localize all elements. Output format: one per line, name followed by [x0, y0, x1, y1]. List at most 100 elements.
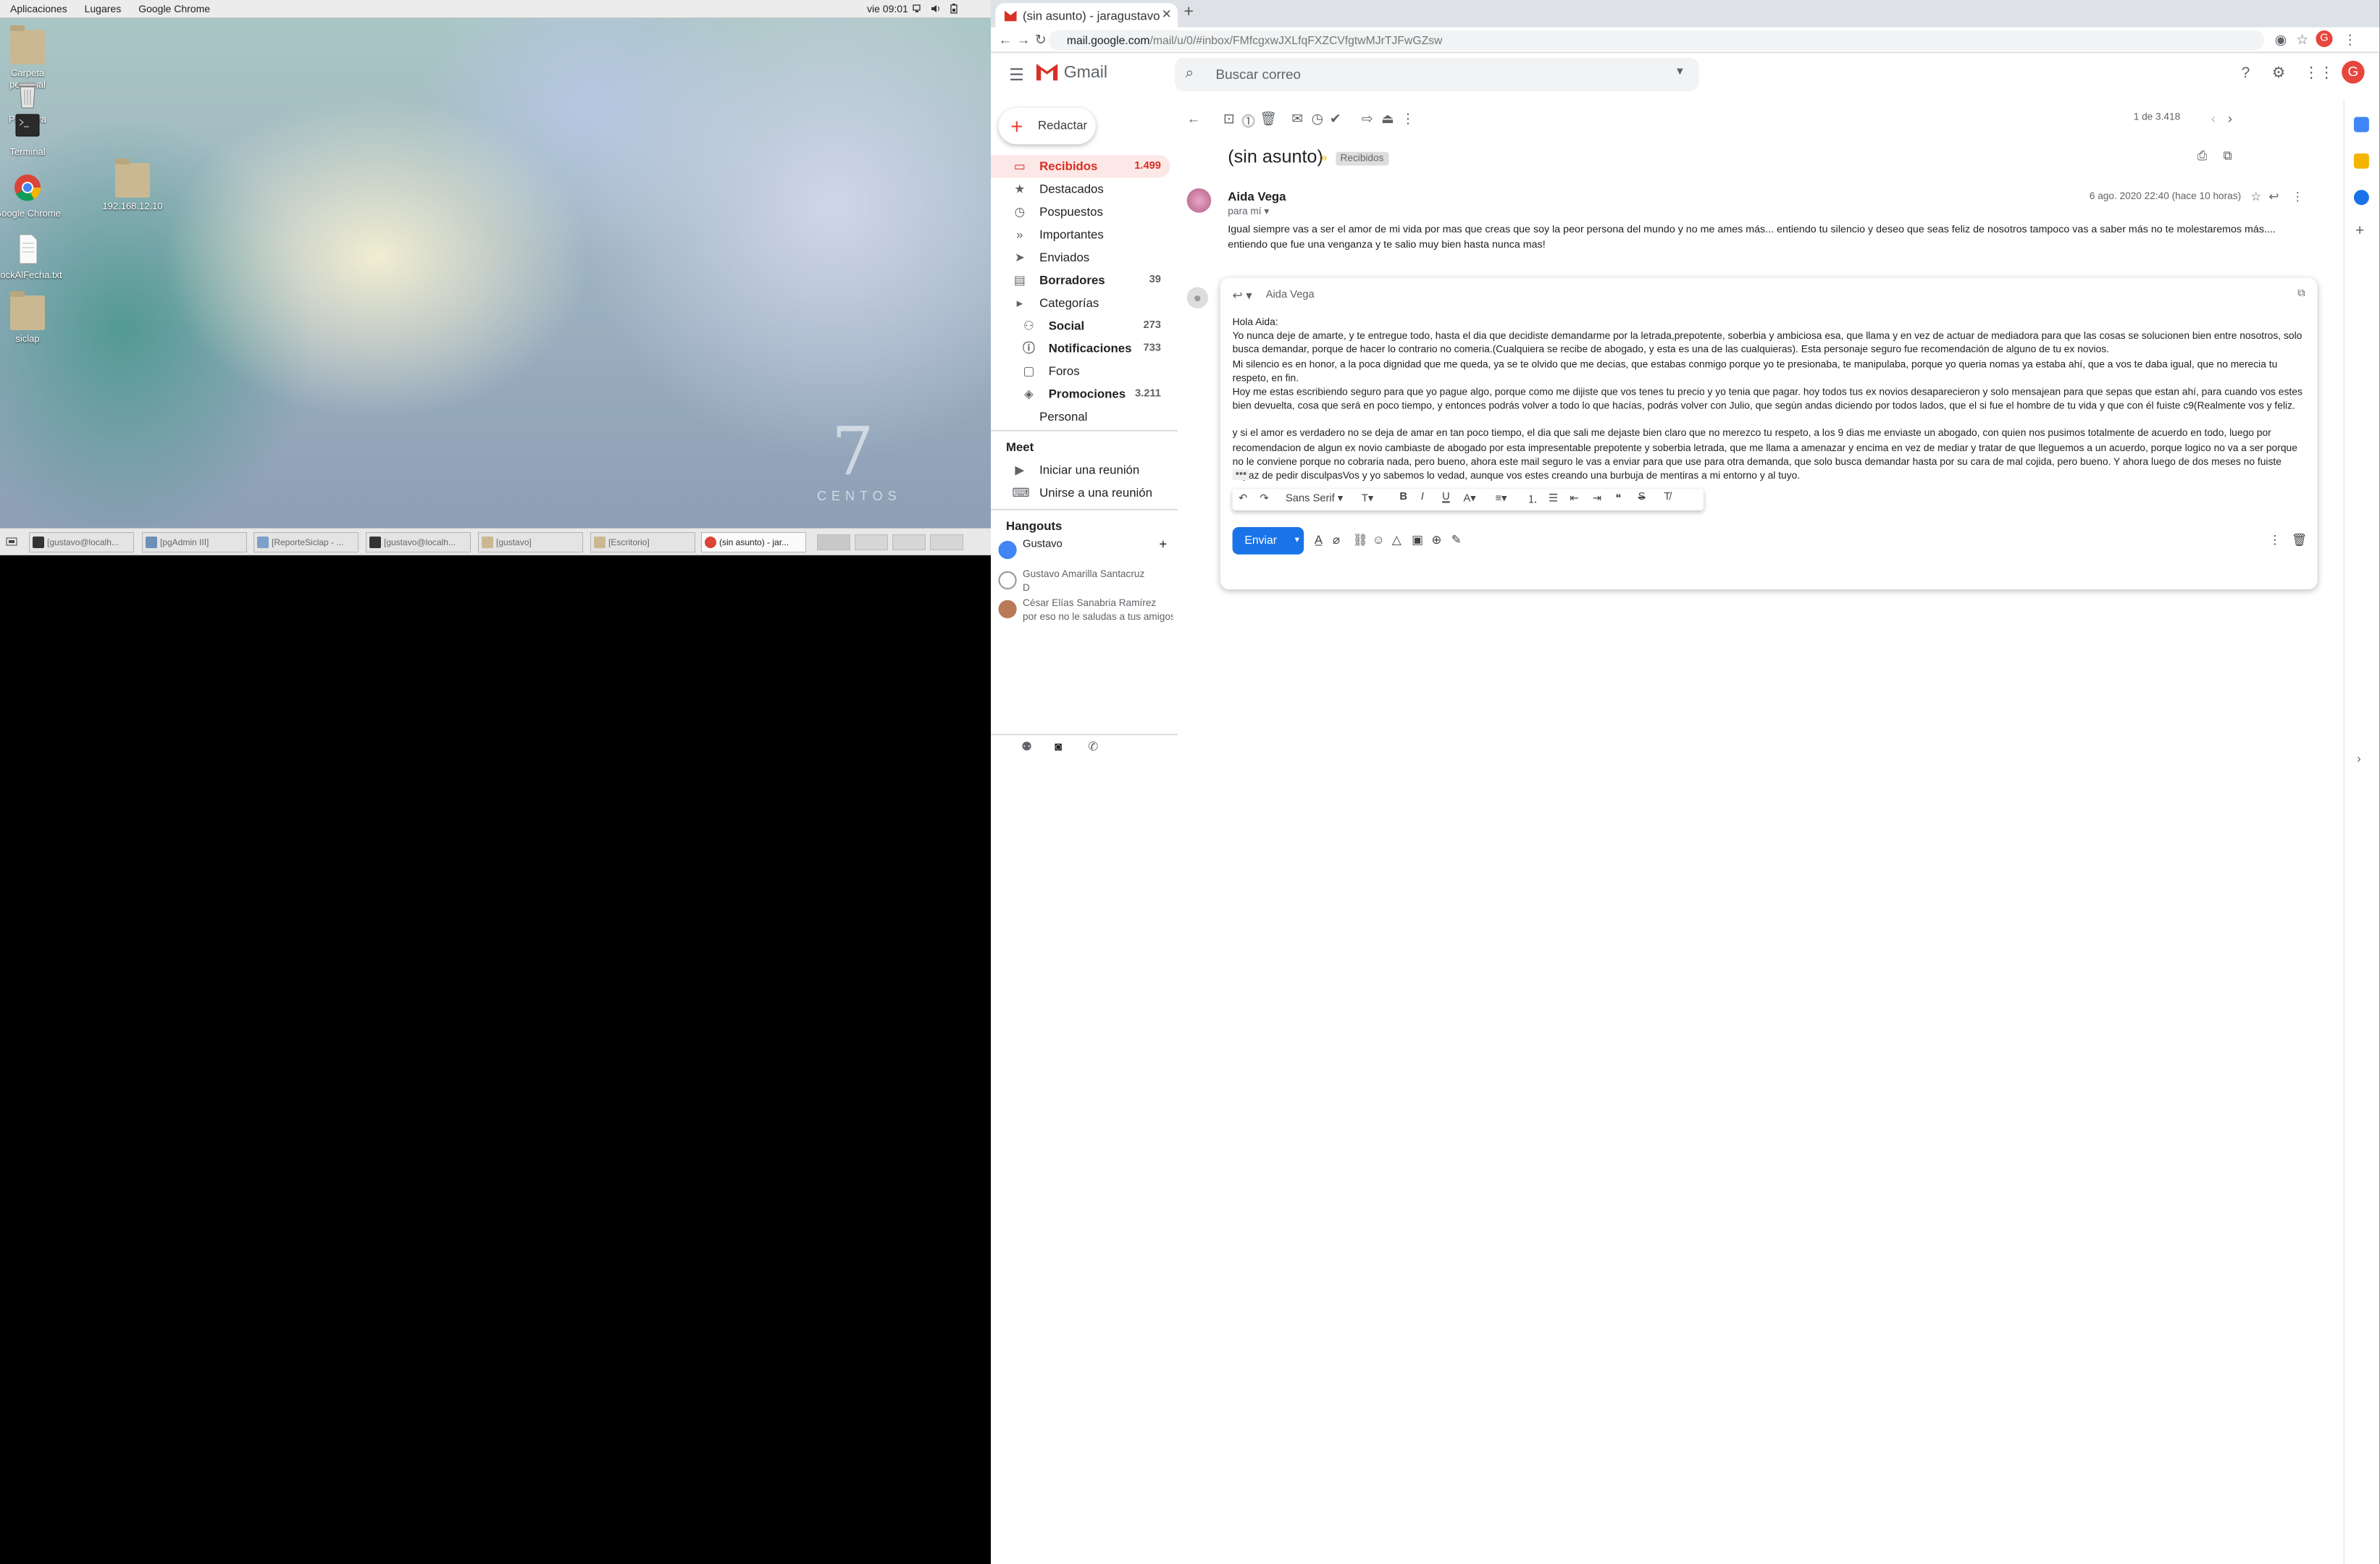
compose-button[interactable]: + Redactar: [998, 107, 1096, 145]
new-tab-icon[interactable]: +: [1183, 3, 1194, 21]
bulleted-list-icon[interactable]: ☰: [1549, 492, 1558, 505]
star-icon[interactable]: ☆: [2250, 190, 2261, 203]
bookmark-star-icon[interactable]: ☆: [2296, 32, 2308, 49]
recipient-line[interactable]: para mí ▾: [1228, 205, 1269, 217]
main-menu-icon[interactable]: ☰: [1009, 65, 1024, 85]
underline-icon[interactable]: U: [1442, 492, 1450, 503]
tasks-icon[interactable]: [2353, 190, 2369, 206]
move-to-icon[interactable]: ⇨: [1362, 111, 1373, 127]
taskbar-item-desktop-folder[interactable]: [Escritorio]: [590, 532, 695, 552]
workspace-3[interactable]: [892, 534, 926, 550]
hangouts-me[interactable]: Gustavo +: [998, 538, 1173, 560]
meet-start[interactable]: ▶ Iniciar una reunión: [991, 459, 1170, 482]
numbered-list-icon[interactable]: ⒈: [1528, 492, 1538, 508]
desktop-icon-chrome[interactable]: Google Chrome: [0, 170, 62, 219]
nav-updates[interactable]: ⓘ Notificaciones 733: [991, 337, 1170, 360]
desktop-icon-network-share[interactable]: 192.168.12.10: [98, 157, 167, 212]
sender-name[interactable]: Aida Vega: [1228, 190, 1286, 203]
bold-icon[interactable]: B: [1399, 492, 1407, 503]
font-size-icon[interactable]: T▾: [1362, 492, 1373, 505]
nav-important[interactable]: » Importantes: [991, 223, 1170, 245]
taskbar-item-pgadmin[interactable]: [pgAdmin III]: [142, 532, 247, 552]
taskbar-item-home-folder[interactable]: [gustavo]: [478, 532, 583, 552]
show-desktop-icon[interactable]: [4, 534, 19, 549]
delete-icon[interactable]: 🗑: [1260, 111, 1277, 127]
nav-social[interactable]: ⚇ Social 273: [991, 314, 1170, 337]
drive-icon[interactable]: △: [1392, 533, 1401, 547]
reply-body-editor[interactable]: Hola Aida: Yo nunca deje de amarte, y te…: [1233, 316, 2304, 483]
clear-formatting-icon[interactable]: T̸: [1664, 492, 1670, 503]
open-new-window-icon[interactable]: ⧉: [2223, 149, 2232, 164]
important-marker-icon[interactable]: »: [1320, 151, 1327, 164]
attach-icon[interactable]: ⌀: [1333, 533, 1340, 547]
snooze-icon[interactable]: ◷: [1312, 111, 1323, 127]
applications-menu[interactable]: Aplicaciones: [0, 3, 76, 14]
phone-icon[interactable]: ✆: [1088, 740, 1098, 754]
places-menu[interactable]: Lugares: [76, 3, 130, 14]
align-icon[interactable]: ≡▾: [1496, 492, 1507, 505]
chrome-app-menu[interactable]: Google Chrome: [130, 3, 219, 14]
emoji-icon[interactable]: ☺: [1373, 533, 1385, 547]
inbox-label-chip[interactable]: Recibidos: [1336, 151, 1388, 166]
keep-icon[interactable]: [2353, 153, 2369, 169]
compose-more-icon[interactable]: ⋮: [2268, 533, 2281, 547]
nav-forums[interactable]: ▢ Foros: [991, 360, 1170, 382]
search-options-icon[interactable]: ▼: [1675, 67, 1685, 77]
apps-grid-icon[interactable]: ⋮⋮: [2304, 65, 2334, 82]
show-trimmed-icon[interactable]: •••: [1232, 469, 1250, 480]
taskbar-item-report[interactable]: [ReporteSiclap - ...: [253, 532, 359, 552]
forward-icon[interactable]: →: [1017, 32, 1031, 47]
nav-promotions[interactable]: ◈ Promociones 3.211: [991, 383, 1170, 405]
taskbar-item-terminal-1[interactable]: [gustavo@localh...: [29, 532, 134, 552]
indent-more-icon[interactable]: ⇥: [1593, 492, 1601, 505]
add-addon-icon[interactable]: +: [2355, 223, 2364, 240]
nav-sent[interactable]: ➤ Enviados: [991, 246, 1170, 269]
back-icon[interactable]: ←: [998, 32, 1012, 47]
clock[interactable]: vie 09:01: [867, 3, 908, 14]
workspace-4[interactable]: [930, 534, 963, 550]
reply-type-icon[interactable]: ↩ ▾: [1233, 289, 1252, 303]
eye-icon[interactable]: ◉: [2275, 32, 2287, 49]
volume-icon[interactable]: [931, 4, 941, 14]
nav-inbox[interactable]: ▭ Recibidos 1.499: [991, 154, 1170, 178]
text-color-icon[interactable]: A▾: [1463, 492, 1475, 505]
font-select[interactable]: Sans Serif ▾: [1286, 492, 1343, 505]
link-icon[interactable]: ⛓: [1352, 533, 1367, 547]
account-avatar[interactable]: G: [2342, 60, 2365, 84]
profile-avatar[interactable]: G: [2316, 30, 2333, 48]
redo-icon[interactable]: ↷: [1260, 492, 1268, 505]
reload-icon[interactable]: ↻: [1035, 32, 1047, 49]
search-icon[interactable]: ⌕: [1186, 65, 1194, 82]
close-tab-icon[interactable]: ✕: [1162, 7, 1172, 21]
message-more-icon[interactable]: ⋮: [2292, 190, 2304, 203]
help-icon[interactable]: ?: [2242, 65, 2250, 82]
send-options-icon[interactable]: ▾: [1295, 527, 1299, 555]
browser-tab[interactable]: (sin asunto) - jaragustavo ✕: [995, 3, 1178, 28]
mark-unread-icon[interactable]: ✉: [1291, 111, 1303, 127]
archive-icon[interactable]: ⊡: [1223, 111, 1235, 127]
person-icon[interactable]: ⚉: [1021, 740, 1032, 754]
send-button[interactable]: Enviar ▾: [1232, 527, 1304, 555]
prev-icon[interactable]: ‹: [2211, 111, 2216, 126]
reply-recipient[interactable]: Aida Vega: [1266, 290, 1315, 301]
indent-less-icon[interactable]: ⇤: [1570, 492, 1578, 505]
nav-personal[interactable]: .Personal: [991, 405, 1170, 428]
print-icon[interactable]: ⎙: [2197, 149, 2207, 164]
italic-icon[interactable]: I: [1421, 492, 1424, 503]
calendar-icon[interactable]: [2353, 117, 2369, 133]
desktop-icon-stock-file[interactable]: stockAlFecha.txt: [0, 232, 62, 281]
taskbar-item-terminal-2[interactable]: [gustavo@localh...: [366, 532, 471, 552]
back-to-inbox-icon[interactable]: ←: [1187, 111, 1201, 126]
nav-snoozed[interactable]: ◷ Pospuestos: [991, 201, 1170, 223]
desktop-icon-terminal[interactable]: Terminal: [0, 109, 62, 158]
gmail-logo-icon[interactable]: [1036, 64, 1058, 85]
workspace-1[interactable]: [817, 534, 850, 550]
report-spam-icon[interactable]: ⓵: [1241, 111, 1255, 130]
popout-icon[interactable]: ⧉: [2297, 289, 2305, 301]
chat-icon[interactable]: ◙: [1055, 740, 1062, 754]
photo-icon[interactable]: ▣: [1412, 533, 1423, 547]
network-icon[interactable]: [913, 4, 923, 14]
hangouts-contact[interactable]: César Elías Sanabria Ramírez por eso no l…: [998, 597, 1173, 628]
signature-icon[interactable]: ✎: [1451, 533, 1462, 547]
confidential-icon[interactable]: ⊕: [1431, 533, 1441, 547]
